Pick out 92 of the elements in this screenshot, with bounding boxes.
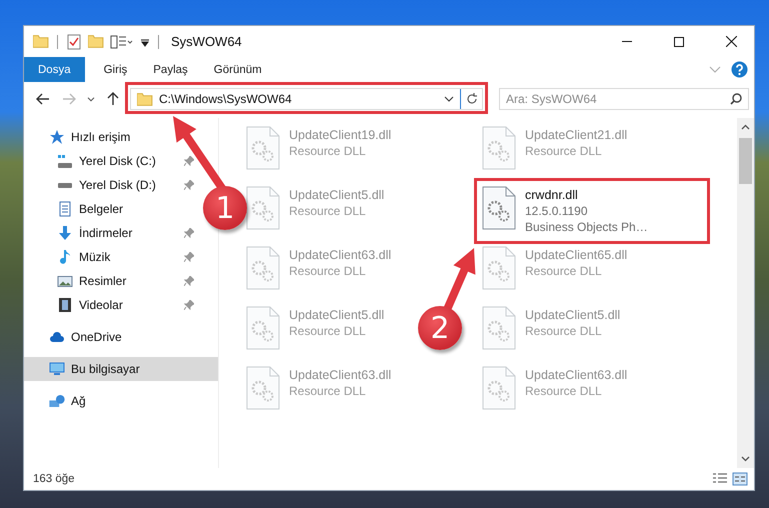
properties-checklist-icon[interactable]	[66, 34, 82, 50]
large-icons-view-icon[interactable]	[732, 472, 748, 486]
scroll-down-icon[interactable]	[741, 456, 750, 462]
file-name: UpdateClient5.dll	[525, 308, 620, 322]
network-icon	[49, 395, 65, 407]
file-detail: Resource DLL	[289, 324, 367, 338]
folder-icon	[33, 35, 49, 48]
dll-file-icon	[482, 186, 516, 230]
new-folder-icon	[88, 35, 104, 48]
file-name: UpdateClient65.dll	[525, 248, 628, 262]
music-note-icon	[57, 249, 73, 265]
search-icon[interactable]	[730, 93, 742, 105]
ribbon-tab[interactable]: Paylaş	[140, 57, 201, 82]
dll-file-icon	[482, 306, 516, 350]
dll-file-icon	[246, 366, 280, 410]
file-name: crwdnr.dll	[525, 188, 579, 202]
address-bar[interactable]: C:\Windows\SysWOW64	[130, 88, 483, 110]
file-detail: Resource DLL	[525, 264, 603, 278]
sidebar-item[interactable]: Müzik	[24, 245, 196, 269]
drive-icon	[57, 154, 73, 168]
file-detail: Resource DLL	[525, 324, 603, 338]
search-field[interactable]: Ara: SysWOW64	[499, 88, 749, 110]
star-icon	[49, 129, 65, 145]
folder-icon	[137, 92, 153, 106]
sidebar-item[interactable]: Resimler	[24, 269, 196, 293]
refresh-icon	[466, 93, 478, 105]
dll-file-icon	[246, 246, 280, 290]
up-arrow-icon	[107, 92, 119, 106]
dll-file-icon	[246, 306, 280, 350]
sidebar-item[interactable]: Yerel Disk (C:)	[24, 149, 196, 173]
ribbon-tab[interactable]: Giriş	[90, 57, 140, 82]
pin-icon[interactable]	[184, 252, 194, 262]
scroll-thumb[interactable]	[739, 138, 752, 184]
sidebar-item[interactable]: Hızlı erişim	[24, 125, 132, 149]
close-icon	[726, 36, 736, 47]
sidebar-item[interactable]: Belgeler	[24, 197, 126, 221]
drive-icon	[57, 182, 73, 188]
dll-file-icon	[482, 246, 516, 290]
pin-icon[interactable]	[184, 156, 194, 166]
address-path: C:\Windows\SysWOW64	[159, 92, 293, 106]
film-icon	[57, 297, 73, 313]
back-arrow-icon	[36, 93, 50, 105]
file-detail: Resource DLL	[525, 384, 603, 398]
sidebar-item[interactable]: İndirmeler	[24, 221, 196, 245]
customize-dropdown-icon[interactable]	[140, 36, 150, 46]
help-icon[interactable]	[731, 61, 748, 78]
item-count: 163 öğe	[33, 473, 75, 485]
file-name: UpdateClient63.dll	[525, 368, 628, 382]
pin-icon[interactable]	[184, 228, 194, 238]
dll-file-icon	[246, 186, 280, 230]
file-detail: Resource DLL	[289, 384, 367, 398]
file-name: UpdateClient5.dll	[289, 308, 384, 322]
file-detail: Resource DLL	[525, 144, 603, 158]
file-name: UpdateClient21.dll	[525, 128, 628, 142]
file-name: UpdateClient5.dll	[289, 188, 384, 202]
pin-icon[interactable]	[184, 180, 194, 190]
list-view-icon[interactable]	[110, 34, 134, 50]
scroll-up-icon[interactable]	[741, 124, 750, 130]
file-detail: Business Objects Ph…	[525, 220, 648, 234]
file-name: UpdateClient19.dll	[289, 128, 392, 142]
sidebar-item[interactable]: Yerel Disk (D:)	[24, 173, 196, 197]
dll-file-icon	[482, 126, 516, 170]
pin-icon[interactable]	[184, 300, 194, 310]
pin-icon[interactable]	[184, 276, 194, 286]
file-name: UpdateClient63.dll	[289, 368, 392, 382]
file-detail: Resource DLL	[289, 204, 367, 218]
file-detail: Resource DLL	[289, 264, 367, 278]
scrollbar[interactable]	[737, 118, 754, 468]
picture-icon	[57, 276, 73, 286]
download-arrow-icon	[57, 225, 73, 241]
minimize-icon	[622, 41, 632, 42]
file-name: UpdateClient63.dll	[289, 248, 392, 262]
window-title: SysWOW64	[171, 34, 242, 49]
dll-file-icon	[246, 126, 280, 170]
chevron-down-icon	[87, 96, 95, 102]
sidebar-item[interactable]: Ağ	[24, 389, 88, 413]
file-detail: 12.5.0.1190	[525, 204, 589, 218]
ribbon-tab[interactable]: Görünüm	[200, 57, 275, 82]
sidebar-item[interactable]: OneDrive	[24, 325, 124, 349]
cloud-icon	[49, 332, 65, 342]
monitor-icon	[49, 361, 65, 377]
forward-arrow-icon	[62, 93, 76, 105]
maximize-icon	[674, 36, 684, 46]
sidebar-item[interactable]: Bu bilgisayar	[24, 357, 218, 381]
search-input[interactable]: Ara: SysWOW64	[500, 89, 730, 109]
sidebar-item[interactable]: Videolar	[24, 293, 196, 317]
document-icon	[57, 201, 73, 217]
dropdown-caret-icon[interactable]	[444, 96, 454, 102]
file-item[interactable]: crwdnr.dll 12.5.0.1190 Business Objects Ph…	[482, 182, 648, 234]
dll-file-icon	[482, 366, 516, 410]
file-detail: Resource DLL	[289, 144, 367, 158]
file-tab[interactable]: Dosya	[24, 57, 85, 82]
